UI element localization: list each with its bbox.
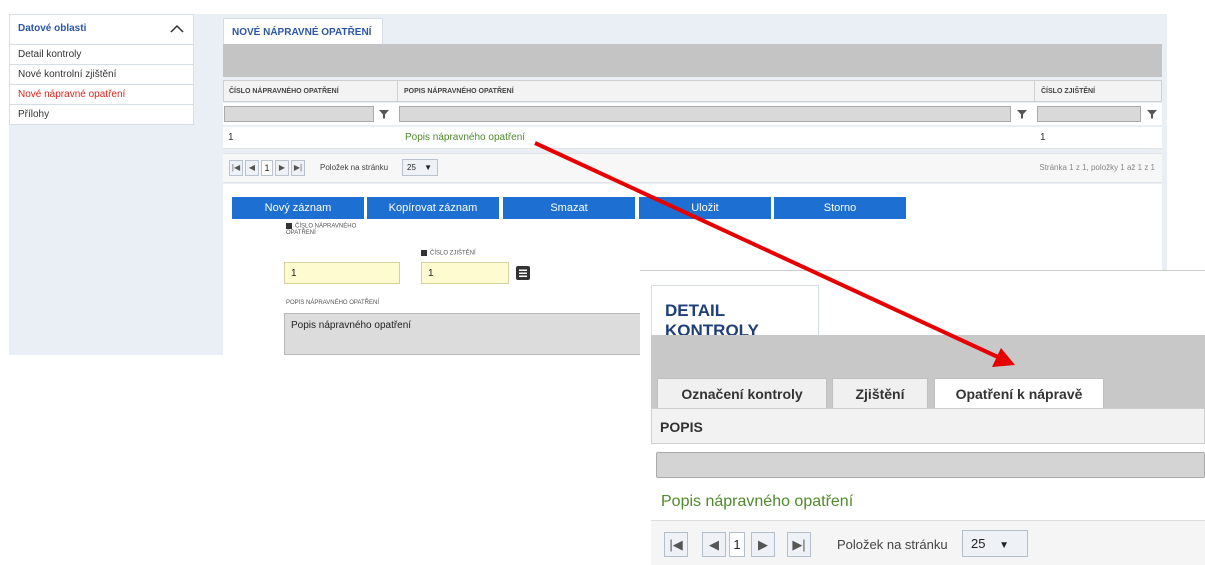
filter-icon[interactable] xyxy=(1146,108,1158,120)
filter-input-zjisteni[interactable] xyxy=(1037,106,1141,122)
last-page-button[interactable]: ▶| xyxy=(787,532,811,557)
sidebar-title: Datové oblasti xyxy=(18,23,87,34)
chevron-down-icon: ▼ xyxy=(999,540,1009,551)
tab-nove-napravne-opatreni[interactable]: NOVÉ NÁPRAVNÉ OPATŘENÍ xyxy=(223,18,383,44)
chevron-down-icon: ▼ xyxy=(424,163,433,172)
sidebar-header[interactable]: Datové oblasti xyxy=(9,14,194,45)
sidebar-item-detail-kontroly[interactable]: Detail kontroly xyxy=(9,45,194,65)
list-icon[interactable] xyxy=(515,265,531,281)
sidebar-item-prilohy[interactable]: Přílohy xyxy=(9,105,194,125)
cancel-button[interactable]: Storno xyxy=(774,197,906,219)
table-row[interactable] xyxy=(223,127,1162,149)
table-row-zoom[interactable]: Popis nápravného opatření xyxy=(651,486,1205,516)
filter-input-cislo[interactable] xyxy=(224,106,374,122)
filter-input-popis[interactable] xyxy=(399,106,1011,122)
column-header-label: ČÍSLO ZJIŠTĚNÍ xyxy=(1041,88,1096,95)
column-header-label: POPIS NÁPRAVNÉHO OPATŘENÍ xyxy=(404,88,514,95)
column-header-popis-zoom[interactable]: POPIS xyxy=(651,408,1205,444)
tab-label: NOVÉ NÁPRAVNÉ OPATŘENÍ xyxy=(232,27,372,38)
per-page-label: Položek na stránku xyxy=(837,537,948,552)
sidebar-item-nove-napravne-opatreni[interactable]: Nové nápravné opatření xyxy=(9,85,194,105)
cell-zjisteni: 1 xyxy=(1040,132,1046,143)
prev-page-button[interactable]: ◀ xyxy=(245,160,259,176)
first-page-button[interactable]: |◀ xyxy=(229,160,243,176)
field-label-popis: POPIS NÁPRAVNÉHO OPATŘENÍ xyxy=(286,300,380,306)
pager-info: Stránka 1 z 1, položky 1 až 1 z 1 xyxy=(1039,163,1155,172)
tab-detail-kontroly[interactable]: DETAIL KONTROLY xyxy=(651,285,819,340)
cell-popis-link[interactable]: Popis nápravného opatření xyxy=(405,132,525,143)
column-header-popis[interactable]: POPIS NÁPRAVNÉHO OPATŘENÍ xyxy=(398,80,1035,102)
filter-icon[interactable] xyxy=(1016,108,1028,120)
last-page-button[interactable]: ▶| xyxy=(291,160,305,176)
field-label-cislo: ČÍSLO NÁPRAVNÉHO OPATŘENÍ xyxy=(286,223,366,236)
filter-icon[interactable] xyxy=(378,108,390,120)
column-header-label: ČÍSLO NÁPRAVNÉHO OPATŘENÍ xyxy=(229,88,339,95)
per-page-value: 25 xyxy=(407,163,416,172)
sidebar-item-label: Přílohy xyxy=(18,109,50,120)
sidebar-item-label: Nové nápravné opatření xyxy=(18,89,126,100)
cislo-opatreni-input[interactable]: 1 xyxy=(284,262,400,284)
page-number[interactable]: 1 xyxy=(729,532,745,557)
per-page-label: Položek na stránku xyxy=(320,163,389,172)
per-page-value: 25 xyxy=(971,536,986,551)
copy-record-button[interactable]: Kopírovat záznam xyxy=(367,197,499,219)
column-header-cislo[interactable]: ČÍSLO NÁPRAVNÉHO OPATŘENÍ xyxy=(223,80,398,102)
field-label-zjisteni: ČÍSLO ZJIŠTĚNÍ xyxy=(421,250,511,257)
grid-toolbar xyxy=(223,44,1162,77)
required-icon xyxy=(421,250,427,256)
first-page-button[interactable]: |◀ xyxy=(664,532,688,557)
cell-popis-link[interactable]: Popis nápravného opatření xyxy=(661,493,853,510)
sidebar-item-label: Nové kontrolní zjištění xyxy=(18,69,117,80)
next-page-button[interactable]: ▶ xyxy=(275,160,289,176)
tab-opatreni-k-naprave[interactable]: Opatření k nápravě xyxy=(934,378,1104,408)
chevron-up-icon[interactable] xyxy=(168,20,186,38)
cislo-zjisteni-input[interactable]: 1 xyxy=(421,262,509,284)
popis-textarea[interactable]: Popis nápravného opatření xyxy=(284,313,644,355)
tab-oznaceni-kontroly[interactable]: Označení kontroly xyxy=(657,378,827,408)
delete-button[interactable]: Smazat xyxy=(503,197,635,219)
sidebar-item-nove-kontrolni-zjisteni[interactable]: Nové kontrolní zjištění xyxy=(9,65,194,85)
per-page-select[interactable]: 25 ▼ xyxy=(962,530,1028,557)
column-header-zjisteni[interactable]: ČÍSLO ZJIŠTĚNÍ xyxy=(1035,80,1162,102)
prev-page-button[interactable]: ◀ xyxy=(702,532,726,557)
field-label-text: ČÍSLO NÁPRAVNÉHO OPATŘENÍ xyxy=(286,223,357,236)
tab-zjisteni[interactable]: Zjištění xyxy=(832,378,928,408)
cell-cislo: 1 xyxy=(228,132,234,143)
column-header-label: POPIS xyxy=(660,419,703,435)
filter-input-zoom[interactable] xyxy=(656,452,1205,478)
page-number[interactable]: 1 xyxy=(261,160,273,176)
new-record-button[interactable]: Nový záznam xyxy=(232,197,364,219)
save-button[interactable]: Uložit xyxy=(639,197,771,219)
per-page-select[interactable]: 25 ▼ xyxy=(402,159,438,176)
next-page-button[interactable]: ▶ xyxy=(751,532,775,557)
sidebar-item-label: Detail kontroly xyxy=(18,49,82,60)
field-label-text: ČÍSLO ZJIŠTĚNÍ xyxy=(430,250,476,257)
required-icon xyxy=(286,223,292,229)
